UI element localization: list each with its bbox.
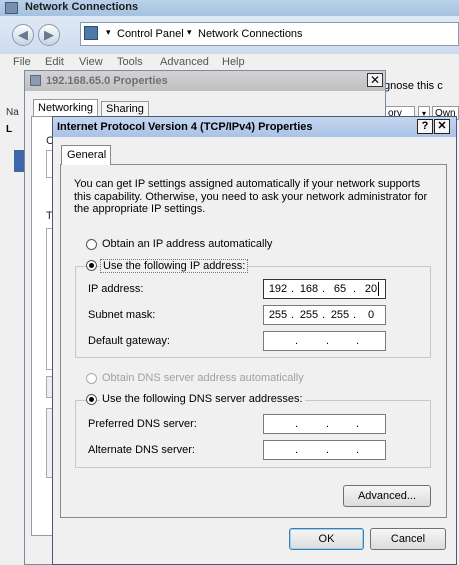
tab-sharing[interactable]: Sharing — [101, 101, 149, 117]
ip-octet: 0 — [367, 309, 375, 321]
ip-octet: 255 — [268, 309, 288, 321]
default-gateway-field[interactable]: . . . — [263, 331, 386, 351]
ip-address-field[interactable]: 192. 168. 65. 20 — [263, 279, 386, 299]
cancel-button[interactable]: Cancel — [370, 528, 446, 550]
alternate-dns-field[interactable]: . . . — [263, 440, 386, 460]
chevron-down-icon[interactable]: ▾ — [106, 27, 111, 38]
use-following-ip-radio[interactable] — [86, 260, 97, 271]
use-following-ip-label[interactable]: Use the following IP address: — [100, 259, 249, 273]
obtain-dns-auto-radio[interactable] — [86, 373, 97, 384]
subnet-mask-field[interactable]: 255. 255. 255. 0 — [263, 305, 386, 325]
ip-dot: . — [291, 283, 295, 295]
menu-edit[interactable]: Edit — [45, 56, 64, 68]
control-panel-icon — [84, 26, 98, 40]
network-connections-icon — [5, 2, 18, 14]
ip-octet: 65 — [333, 283, 347, 295]
default-gateway-label: Default gateway: — [88, 335, 170, 347]
forward-arrow-icon[interactable]: ▶ — [38, 24, 60, 46]
chevron-down-icon[interactable]: ▾ — [187, 27, 192, 38]
ip-dot: . — [326, 335, 330, 347]
obtain-ip-auto-radio[interactable] — [86, 239, 97, 250]
ip-dot: . — [356, 444, 360, 456]
alternate-dns-label: Alternate DNS server: — [88, 444, 195, 456]
menu-tools[interactable]: Tools — [117, 56, 143, 68]
ip-settings-description: You can get IP settings assigned automat… — [74, 178, 428, 215]
back-arrow-icon[interactable]: ◀ — [12, 24, 34, 46]
preferred-dns-label: Preferred DNS server: — [88, 418, 197, 430]
ip-dot: . — [295, 418, 299, 430]
ip-dot: . — [322, 309, 326, 321]
menu-file[interactable]: File — [13, 56, 31, 68]
ok-button[interactable]: OK — [289, 528, 364, 550]
ip-dot: . — [353, 309, 357, 321]
ip-dot: . — [356, 335, 360, 347]
ip-octet: 168 — [299, 283, 319, 295]
menu-advanced[interactable]: Advanced — [160, 56, 209, 68]
use-following-dns-radio[interactable] — [86, 394, 97, 405]
ip-dot: . — [322, 283, 326, 295]
ip-dot: . — [295, 444, 299, 456]
advanced-button[interactable]: Advanced... — [343, 485, 431, 507]
menu-help[interactable]: Help — [222, 56, 245, 68]
connection-item-label[interactable]: L — [6, 124, 12, 135]
ip-octet: 192 — [268, 283, 288, 295]
close-icon[interactable]: ✕ — [434, 119, 450, 134]
ip-dot: . — [326, 444, 330, 456]
help-icon[interactable]: ? — [417, 119, 433, 134]
ip-octet: 255 — [299, 309, 319, 321]
ipv4-dialog-title: Internet Protocol Version 4 (TCP/IPv4) P… — [57, 121, 313, 133]
breadcrumb-network-connections[interactable]: Network Connections — [198, 28, 303, 40]
ip-dot: . — [291, 309, 295, 321]
network-adapter-icon — [14, 150, 24, 172]
breadcrumb-control-panel[interactable]: Control Panel — [117, 28, 184, 40]
ip-address-label: IP address: — [88, 283, 144, 295]
close-icon[interactable]: ✕ — [367, 73, 383, 87]
obtain-ip-auto-label[interactable]: Obtain an IP address automatically — [102, 238, 272, 250]
menu-view[interactable]: View — [79, 56, 103, 68]
subnet-mask-label: Subnet mask: — [88, 309, 156, 321]
network-icon — [30, 75, 41, 86]
use-following-dns-label[interactable]: Use the following DNS server addresses: — [100, 393, 305, 405]
command-bar-text[interactable]: gnose this c — [384, 80, 443, 92]
obtain-dns-auto-label[interactable]: Obtain DNS server address automatically — [102, 372, 304, 384]
column-header-name[interactable]: Na — [6, 107, 19, 118]
ip-dot: . — [356, 418, 360, 430]
tab-general[interactable]: General — [61, 145, 111, 165]
preferred-dns-field[interactable]: . . . — [263, 414, 386, 434]
ip-dot: . — [326, 418, 330, 430]
ip-dot: . — [295, 335, 299, 347]
tab-networking[interactable]: Networking — [33, 99, 99, 117]
explorer-title: Network Connections — [25, 1, 139, 13]
properties-title: 192.168.65.0 Properties — [46, 75, 168, 87]
ip-dot: . — [353, 283, 357, 295]
ip-octet: 255 — [330, 309, 350, 321]
text-caret — [378, 282, 379, 296]
